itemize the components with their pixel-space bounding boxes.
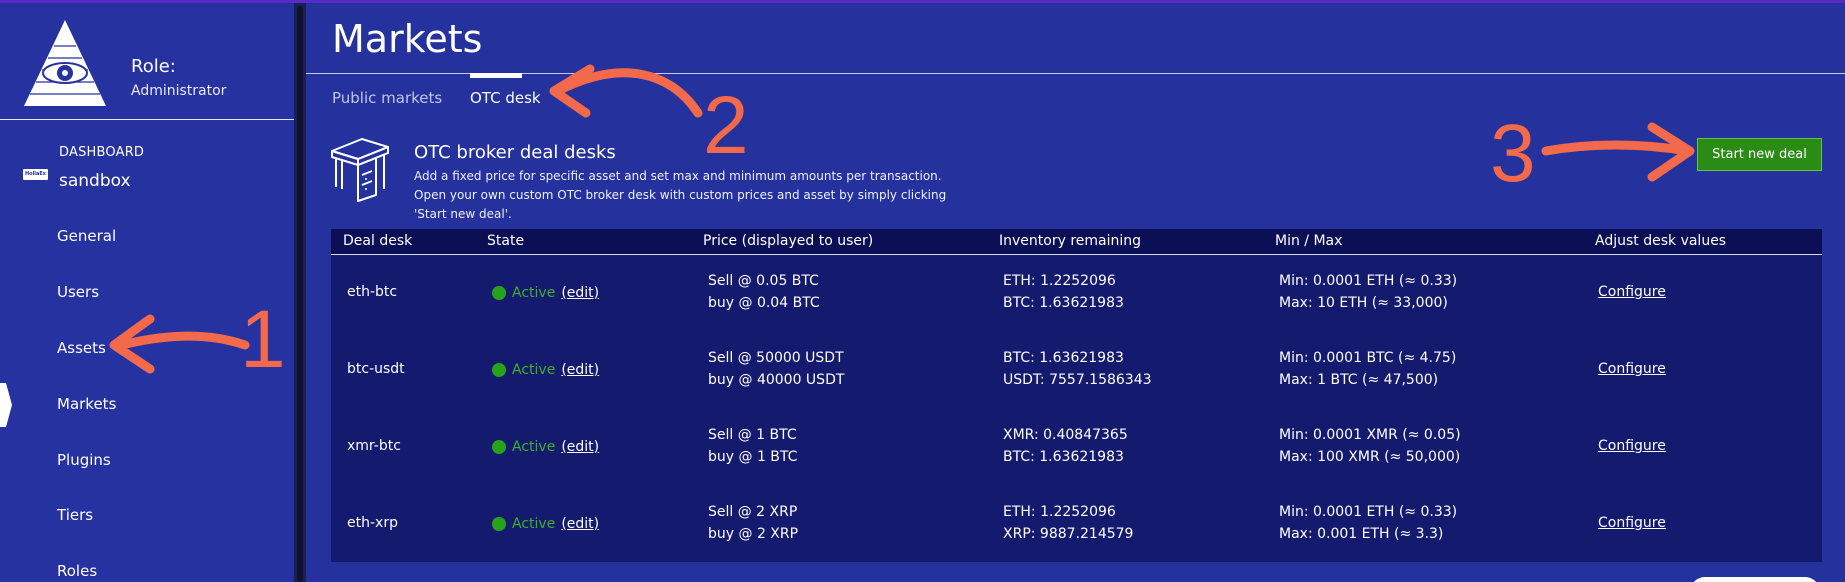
deal-state: Active (edit)	[492, 513, 599, 535]
annotation-arrow-3	[1541, 122, 1695, 182]
role-value: Administrator	[131, 83, 227, 99]
start-new-deal-button[interactable]: Start new deal	[1697, 138, 1822, 171]
inventory-quote: BTC: 1.63621983	[1003, 449, 1124, 465]
sidebar-item-general[interactable]: General	[57, 227, 116, 245]
price-sell: Sell @ 2 XRP	[708, 504, 798, 520]
sidebar-item-roles[interactable]: Roles	[57, 562, 97, 580]
price-buy: buy @ 1 BTC	[708, 449, 798, 465]
title-divider	[306, 73, 1845, 74]
max-amount: Max: 10 ETH (≈ 33,000)	[1279, 295, 1448, 311]
deal-state: Active (edit)	[492, 282, 599, 304]
inventory-base: BTC: 1.63621983	[1003, 350, 1124, 366]
inventory-base: ETH: 1.2252096	[1003, 504, 1116, 520]
floating-button[interactable]	[1690, 577, 1820, 582]
min-amount: Min: 0.0001 ETH (≈ 0.33)	[1279, 273, 1458, 289]
role-title: Role:	[131, 56, 176, 77]
state-label: Active	[512, 285, 556, 301]
deal-desk-table: Deal desk State Price (displayed to user…	[331, 229, 1822, 562]
inventory-base: XMR: 0.40847365	[1003, 427, 1128, 443]
sidebar-item-markets[interactable]: Markets	[57, 395, 116, 413]
active-status-dot	[492, 363, 506, 377]
inventory-quote: BTC: 1.63621983	[1003, 295, 1124, 311]
table-row: eth-xrp Active (edit) Sell @ 2 XRP buy @…	[331, 500, 1822, 577]
annotation-number-1: 1	[240, 294, 286, 385]
price-buy: buy @ 0.04 BTC	[708, 295, 820, 311]
max-amount: Max: 0.001 ETH (≈ 3.3)	[1279, 526, 1444, 542]
column-header: Deal desk	[343, 233, 413, 249]
sidebar-item-tiers[interactable]: Tiers	[57, 506, 93, 524]
otc-description: Add a fixed price for specific asset and…	[414, 169, 947, 221]
annotation-number-2: 2	[703, 80, 749, 171]
dashboard-label[interactable]: DASHBOARD	[59, 145, 144, 160]
edit-state-link[interactable]: (edit)	[561, 282, 599, 304]
table-header: Deal desk State Price (displayed to user…	[331, 229, 1822, 255]
exchange-name[interactable]: sandbox	[59, 171, 131, 191]
edit-state-link[interactable]: (edit)	[561, 359, 599, 381]
active-status-dot	[492, 517, 506, 531]
table-row: xmr-btc Active (edit) Sell @ 1 BTC buy @…	[331, 423, 1822, 500]
sidebar-scrollbar[interactable]	[294, 3, 306, 582]
inventory-quote: XRP: 9887.214579	[1003, 526, 1134, 542]
min-amount: Min: 0.0001 ETH (≈ 0.33)	[1279, 504, 1458, 520]
active-item-marker	[0, 383, 12, 427]
state-label: Active	[512, 439, 556, 455]
column-header: Inventory remaining	[999, 233, 1142, 249]
state-label: Active	[512, 516, 556, 532]
state-label: Active	[512, 362, 556, 378]
tab-public-markets[interactable]: Public markets	[332, 89, 442, 107]
annotation-number-3: 3	[1490, 108, 1536, 199]
min-amount: Min: 0.0001 XMR (≈ 0.05)	[1279, 427, 1461, 443]
column-header: State	[487, 233, 525, 249]
active-status-dot	[492, 286, 506, 300]
price-buy: buy @ 40000 USDT	[708, 372, 845, 388]
configure-link[interactable]: Configure	[1598, 281, 1666, 303]
max-amount: Max: 1 BTC (≈ 47,500)	[1279, 372, 1439, 388]
annotation-arrow-2	[549, 64, 703, 118]
edit-state-link[interactable]: (edit)	[561, 436, 599, 458]
deal-desk-name: xmr-btc	[347, 438, 401, 454]
sidebar-header: Role: Administrator	[0, 6, 294, 120]
column-header: Min / Max	[1275, 233, 1343, 249]
inventory-base: ETH: 1.2252096	[1003, 273, 1116, 289]
tab-otc-desk[interactable]: OTC desk	[470, 89, 541, 107]
deal-state: Active (edit)	[492, 359, 599, 381]
table-row: eth-btc Active (edit) Sell @ 0.05 BTC bu…	[331, 269, 1822, 346]
price-sell: Sell @ 0.05 BTC	[708, 273, 819, 289]
tab-active-indicator	[470, 73, 522, 78]
active-status-dot	[492, 440, 506, 454]
configure-link[interactable]: Configure	[1598, 358, 1666, 380]
min-amount: Min: 0.0001 BTC (≈ 4.75)	[1279, 350, 1457, 366]
deal-desk-name: eth-btc	[347, 284, 398, 300]
sidebar-item-users[interactable]: Users	[57, 283, 99, 301]
deal-desk-name: eth-xrp	[347, 515, 398, 531]
column-header: Price (displayed to user)	[703, 233, 874, 249]
price-sell: Sell @ 1 BTC	[708, 427, 797, 443]
column-header: Adjust desk values	[1595, 233, 1727, 249]
max-amount: Max: 100 XMR (≈ 50,000)	[1279, 449, 1461, 465]
deal-desk-name: btc-usdt	[347, 361, 405, 377]
otc-heading: OTC broker deal desks	[414, 142, 616, 163]
exchange-logo: HollaEx	[23, 169, 48, 180]
sidebar-item-assets[interactable]: Assets	[57, 339, 106, 357]
configure-link[interactable]: Configure	[1598, 512, 1666, 534]
page-title: Markets	[332, 17, 483, 61]
table-row: btc-usdt Active (edit) Sell @ 50000 USDT…	[331, 346, 1822, 423]
desk-icon	[331, 138, 389, 202]
main-content: Markets Public markets OTC desk OTC brok…	[306, 3, 1845, 582]
inventory-quote: USDT: 7557.1586343	[1003, 372, 1152, 388]
edit-state-link[interactable]: (edit)	[561, 513, 599, 535]
price-buy: buy @ 2 XRP	[708, 526, 799, 542]
deal-state: Active (edit)	[492, 436, 599, 458]
annotation-arrow-1	[109, 314, 250, 374]
price-sell: Sell @ 50000 USDT	[708, 350, 844, 366]
sidebar-item-plugins[interactable]: Plugins	[57, 451, 111, 469]
eye-of-providence-logo	[24, 20, 106, 106]
configure-link[interactable]: Configure	[1598, 435, 1666, 457]
